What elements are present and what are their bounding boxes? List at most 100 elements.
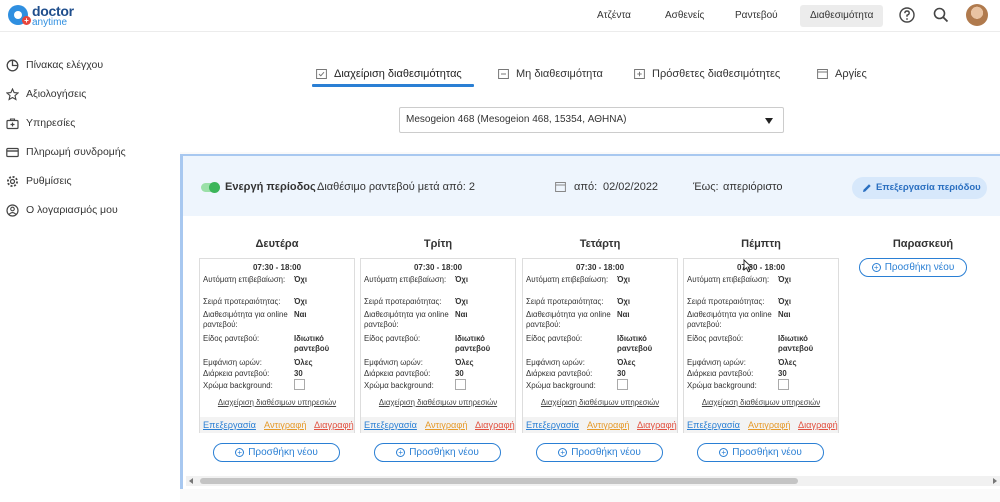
day-title-tuesday: Τρίτη bbox=[423, 238, 453, 250]
topnav-availability[interactable]: Διαθεσιμότητα bbox=[800, 5, 884, 27]
sidebar-item-settings[interactable]: Ρυθμίσεις bbox=[6, 171, 72, 191]
type-label: Είδος ραντεβού: bbox=[203, 334, 260, 343]
bg-color-swatch[interactable] bbox=[294, 379, 305, 390]
period-active-toggle[interactable] bbox=[201, 182, 220, 193]
online-label: Διαθεσιμότητα για online ραντεβού: bbox=[687, 310, 772, 329]
bg-color-swatch[interactable] bbox=[778, 379, 789, 390]
day-title-thursday: Πέμπτη bbox=[741, 238, 781, 250]
sidebar-item-services[interactable]: Υπηρεσίες bbox=[6, 113, 75, 133]
show-hours-value: Όλες bbox=[294, 358, 313, 367]
bg-color-swatch[interactable] bbox=[617, 379, 628, 390]
copy-link[interactable]: Αντιγραφή bbox=[748, 420, 790, 430]
duration-label: Διάρκεια ραντεβού: bbox=[687, 369, 754, 378]
online-label: Διαθεσιμότητα για online ραντεβού: bbox=[203, 310, 288, 329]
card-actions: Επεξεργασία Αντιγραφή Διαγραφή bbox=[684, 417, 838, 433]
edit-link[interactable]: Επεξεργασία bbox=[687, 420, 740, 430]
credit-card-icon bbox=[6, 147, 19, 158]
sidebar-item-account[interactable]: Ο λογαριασμός μου bbox=[6, 200, 118, 220]
add-new-button-thursday[interactable]: + Προσθήκη νέου bbox=[697, 443, 824, 462]
delete-link[interactable]: Διαγραφή bbox=[798, 420, 838, 430]
sidebar-item-dashboard[interactable]: Πίνακας ελέγχου bbox=[6, 55, 103, 75]
calendar-icon bbox=[817, 69, 828, 79]
plus-circle-icon: + bbox=[235, 448, 245, 457]
star-icon bbox=[6, 88, 19, 101]
scroll-left-icon[interactable] bbox=[189, 478, 193, 484]
manage-services-link[interactable]: Διαχείριση διαθέσιμων υπηρεσιών bbox=[523, 398, 677, 407]
add-new-button-friday[interactable]: + Προσθήκη νέου bbox=[859, 258, 967, 277]
pencil-icon bbox=[863, 184, 871, 192]
doctor-anytime-logo[interactable]: + doctor anytime bbox=[8, 3, 78, 29]
sidebar-item-reviews[interactable]: Αξιολογήσεις bbox=[6, 84, 86, 104]
bg-color-swatch[interactable] bbox=[455, 379, 466, 390]
sidebar-item-label: Ο λογαριασμός μου bbox=[26, 204, 118, 216]
card-actions: Επεξεργασία Αντιγραφή Διαγραφή bbox=[200, 417, 354, 433]
add-new-button-wednesday[interactable]: + Προσθήκη νέου bbox=[536, 443, 663, 462]
type-value: Ιδιωτικό ραντεβού bbox=[294, 334, 330, 353]
topnav-appointments[interactable]: Ραντεβού bbox=[725, 5, 788, 27]
day-card-thursday: 07:30 - 18:00 Αυτόματη επιβεβαίωση: Όχι … bbox=[683, 258, 839, 433]
logo-text-anytime: anytime bbox=[32, 17, 68, 28]
delete-link[interactable]: Διαγραφή bbox=[475, 420, 515, 430]
auto-confirm-value: Όχι bbox=[455, 275, 469, 284]
period-header: Ενεργή περίοδος Διαθέσιμο ραντεβού μετά … bbox=[183, 156, 1000, 216]
bg-color-label: Χρώμα background: bbox=[526, 381, 596, 390]
horizontal-scrollbar[interactable] bbox=[186, 476, 1000, 486]
tab-label: Πρόσθετες διαθεσιμότητες bbox=[652, 68, 781, 80]
priority-value: Όχι bbox=[455, 297, 469, 306]
edit-period-button[interactable]: Επεξεργασία περιόδου bbox=[852, 177, 987, 199]
avatar[interactable] bbox=[966, 4, 988, 26]
dropdown-arrow-icon bbox=[765, 118, 773, 124]
search-icon[interactable] bbox=[932, 6, 950, 24]
type-label: Είδος ραντεβού: bbox=[526, 334, 583, 343]
sidebar-item-label: Υπηρεσίες bbox=[26, 117, 76, 129]
show-hours-label: Εμφάνιση ωρών: bbox=[526, 358, 585, 367]
tab-manage-availability[interactable]: Διαχείριση διαθεσιμότητας bbox=[316, 66, 462, 86]
calendar-check-icon bbox=[316, 69, 327, 79]
delete-link[interactable]: Διαγραφή bbox=[314, 420, 354, 430]
add-new-label: Προσθήκη νέου bbox=[248, 447, 318, 458]
sidebar-item-subscription[interactable]: Πληρωμή συνδρομής bbox=[6, 142, 126, 162]
manage-services-link[interactable]: Διαχείριση διαθέσιμων υπηρεσιών bbox=[200, 398, 354, 407]
edit-period-label: Επεξεργασία περιόδου bbox=[876, 182, 981, 193]
duration-value: 30 bbox=[778, 369, 787, 378]
priority-label: Σειρά προτεραιότητας: bbox=[687, 297, 765, 306]
add-new-label: Προσθήκη νέου bbox=[732, 447, 802, 458]
add-new-label: Προσθήκη νέου bbox=[409, 447, 479, 458]
from-date: 02/02/2022 bbox=[603, 181, 659, 193]
type-label: Είδος ραντεβού: bbox=[687, 334, 744, 343]
bg-color-label: Χρώμα background: bbox=[687, 381, 757, 390]
add-new-label: Προσθήκη νέου bbox=[571, 447, 641, 458]
add-new-button-tuesday[interactable]: + Προσθήκη νέου bbox=[374, 443, 501, 462]
auto-confirm-label: Αυτόματη επιβεβαίωση: bbox=[203, 275, 286, 284]
duration-value: 30 bbox=[294, 369, 303, 378]
tab-label: Διαχείριση διαθεσιμότητας bbox=[334, 68, 462, 80]
edit-link[interactable]: Επεξεργασία bbox=[526, 420, 579, 430]
auto-confirm-label: Αυτόματη επιβεβαίωση: bbox=[364, 275, 447, 284]
edit-link[interactable]: Επεξεργασία bbox=[203, 420, 256, 430]
show-hours-label: Εμφάνιση ωρών: bbox=[203, 358, 262, 367]
topnav-agenda[interactable]: Ατζέντα bbox=[587, 5, 641, 27]
edit-link[interactable]: Επεξεργασία bbox=[364, 420, 417, 430]
add-new-button-monday[interactable]: + Προσθήκη νέου bbox=[213, 443, 340, 462]
location-select[interactable]: Mesogeion 468 (Mesogeion 468, 15354, ΑΘΗ… bbox=[399, 107, 784, 133]
tabs-area: Διαχείριση διαθεσιμότητας Μη διαθεσιμότη… bbox=[180, 32, 1000, 152]
card-actions: Επεξεργασία Αντιγραφή Διαγραφή bbox=[361, 417, 515, 433]
copy-link[interactable]: Αντιγραφή bbox=[264, 420, 306, 430]
scroll-right-icon[interactable] bbox=[993, 478, 997, 484]
tab-unavailability[interactable]: Μη διαθεσιμότητα bbox=[498, 66, 603, 86]
scrollbar-thumb[interactable] bbox=[200, 478, 798, 484]
copy-link[interactable]: Αντιγραφή bbox=[425, 420, 467, 430]
type-value: Ιδιωτικό ραντεβού bbox=[617, 334, 653, 353]
manage-services-link[interactable]: Διαχείριση διαθέσιμων υπηρεσιών bbox=[361, 398, 515, 407]
help-icon[interactable] bbox=[898, 6, 916, 24]
add-new-label: Προσθήκη νέου bbox=[884, 262, 955, 273]
auto-confirm-value: Όχι bbox=[617, 275, 631, 284]
calendar-minus-icon bbox=[498, 69, 509, 79]
plus-circle-icon: + bbox=[719, 448, 729, 457]
tab-additional-availability[interactable]: Πρόσθετες διαθεσιμότητες bbox=[634, 66, 780, 86]
topnav-patients[interactable]: Ασθενείς bbox=[655, 5, 714, 27]
manage-services-link[interactable]: Διαχείριση διαθέσιμων υπηρεσιών bbox=[684, 398, 838, 407]
delete-link[interactable]: Διαγραφή bbox=[637, 420, 677, 430]
copy-link[interactable]: Αντιγραφή bbox=[587, 420, 629, 430]
tab-holidays[interactable]: Αργίες bbox=[817, 66, 867, 86]
